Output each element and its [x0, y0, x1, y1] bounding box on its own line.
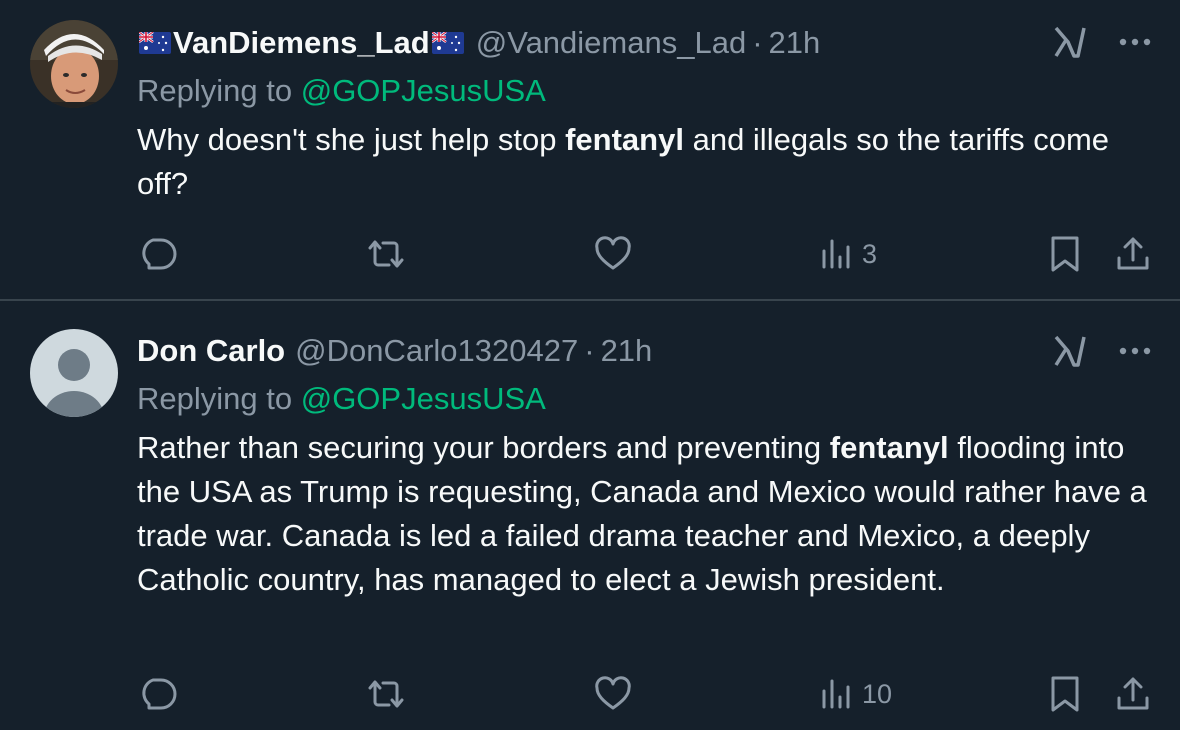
more-icon[interactable] — [1118, 346, 1152, 356]
grok-icon[interactable] — [1052, 333, 1088, 369]
reply-button[interactable] — [137, 232, 177, 276]
views-count: 10 — [862, 678, 893, 709]
tweet[interactable]: VanDiemens_Lad @Vandiemans_Lad · 21h Rep… — [0, 0, 1180, 300]
share-icon — [1117, 237, 1149, 270]
tweet-actions: 10 — [137, 672, 1157, 716]
text-segment: Rather than securing your borders and pr… — [137, 430, 830, 465]
replying-to-label: Replying to — [137, 73, 293, 108]
text-segment: Why doesn't she just help stop — [137, 122, 566, 157]
text-highlight: fentanyl — [829, 430, 949, 465]
separator-dot: · — [752, 25, 763, 60]
text-highlight: fentanyl — [565, 122, 684, 157]
bookmark-button[interactable] — [1048, 672, 1082, 716]
retweet-button[interactable] — [364, 232, 408, 276]
mention-link[interactable]: @GOPJesusUSA — [301, 381, 546, 416]
views-icon — [822, 679, 850, 709]
retweet-icon — [368, 240, 404, 268]
views-button[interactable]: 10 — [820, 672, 892, 716]
author-handle[interactable]: @DonCarlo1320427 — [295, 333, 578, 369]
tweet-text: Rather than securing your borders and pr… — [137, 426, 1147, 602]
like-icon — [595, 676, 631, 710]
replying-to: Replying to @GOPJesusUSA — [137, 73, 546, 109]
share-button[interactable] — [1115, 232, 1151, 276]
reply-icon — [142, 238, 177, 270]
timestamp[interactable]: 21h — [769, 25, 821, 61]
retweet-icon — [368, 680, 404, 708]
tweet-text: Why doesn't she just help stop fentanyl … — [137, 118, 1147, 206]
tweet[interactable]: Don Carlo @DonCarlo1320427 · 21h Replyin… — [0, 301, 1180, 730]
separator-dot: · — [584, 333, 595, 368]
mention-link[interactable]: @GOPJesusUSA — [301, 73, 546, 108]
bookmark-icon — [1051, 236, 1079, 272]
like-button[interactable] — [593, 232, 633, 276]
timestamp[interactable]: 21h — [601, 333, 653, 369]
views-icon — [822, 239, 850, 269]
share-icon — [1117, 677, 1149, 710]
replying-to: Replying to @GOPJesusUSA — [137, 381, 546, 417]
like-button[interactable] — [593, 672, 633, 716]
views-count: 3 — [862, 238, 878, 269]
author-name-link[interactable]: VanDiemens_Lad — [137, 25, 466, 61]
australia-flag-icon — [431, 32, 464, 54]
bookmark-button[interactable] — [1048, 232, 1082, 276]
avatar[interactable] — [30, 329, 118, 417]
avatar[interactable] — [30, 20, 118, 108]
tweet-top-actions — [1052, 24, 1152, 60]
tweet-top-actions — [1052, 333, 1152, 369]
bookmark-icon — [1051, 676, 1079, 712]
more-icon[interactable] — [1118, 37, 1152, 47]
reply-icon — [142, 678, 177, 710]
share-button[interactable] — [1115, 672, 1151, 716]
like-icon — [595, 236, 631, 270]
views-button[interactable]: 3 — [820, 232, 877, 276]
australia-flag-icon — [139, 32, 171, 54]
author-name[interactable]: Don Carlo — [137, 333, 285, 369]
retweet-button[interactable] — [364, 672, 408, 716]
grok-icon[interactable] — [1052, 24, 1088, 60]
tweet-header: VanDiemens_Lad @Vandiemans_Lad · 21h — [137, 23, 820, 63]
replying-to-label: Replying to — [137, 381, 293, 416]
tweet-actions: 3 — [137, 232, 1157, 276]
author-name: VanDiemens_Lad — [173, 25, 430, 60]
author-handle[interactable]: @Vandiemans_Lad — [476, 25, 746, 61]
tweet-header: Don Carlo @DonCarlo1320427 · 21h — [137, 331, 652, 371]
reply-button[interactable] — [137, 672, 177, 716]
